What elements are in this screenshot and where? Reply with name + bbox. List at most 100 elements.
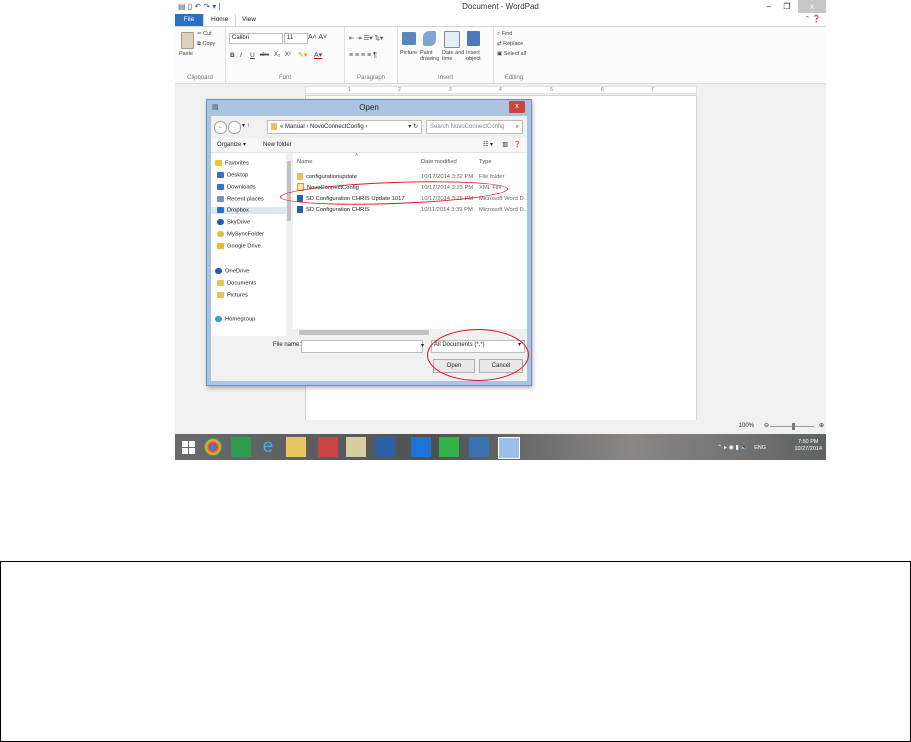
column-type[interactable]: Type bbox=[479, 159, 492, 165]
dialog-app-icon: ▤ bbox=[212, 104, 219, 111]
nav-mysyncfolder[interactable]: MySyncFolder bbox=[217, 231, 264, 238]
nav-homegroup-label: Homegroup bbox=[225, 316, 256, 323]
nav-downloads[interactable]: Downloads bbox=[217, 184, 256, 191]
nav-skydrive-label: SkyDrive bbox=[227, 219, 251, 226]
dialog-close-button[interactable]: x bbox=[509, 101, 525, 113]
tab-home[interactable]: Home bbox=[203, 14, 237, 26]
forward-arrow-icon[interactable]: → bbox=[228, 121, 241, 134]
insert-object-button[interactable]: Insert object bbox=[466, 50, 481, 62]
italic-button[interactable]: I bbox=[240, 52, 242, 59]
paste-button[interactable]: Paste bbox=[179, 51, 193, 57]
search-input[interactable]: Search NovoConnectConfig ⌕ bbox=[426, 120, 523, 134]
select-all-button[interactable]: ▣ Select all bbox=[497, 51, 526, 57]
copy-button[interactable]: ⧉ Copy bbox=[197, 41, 215, 48]
app-icon[interactable] bbox=[439, 437, 459, 457]
breadcrumb-novoconnectconfig[interactable]: NovoConnectConfig bbox=[310, 124, 364, 130]
file-row[interactable]: configurationupdate 10/17/2014 3:32 PM F… bbox=[293, 172, 527, 182]
filename-input[interactable] bbox=[301, 340, 423, 353]
navigation-scrollbar[interactable] bbox=[286, 153, 292, 336]
column-name[interactable]: Name bbox=[297, 159, 312, 165]
desktop-icon bbox=[217, 172, 224, 178]
help-icon[interactable]: ⌃ ❓ bbox=[804, 15, 821, 23]
font-family-select[interactable]: Calibri bbox=[229, 33, 283, 44]
underline-button[interactable]: U bbox=[250, 52, 255, 59]
breadcrumb-overflow[interactable]: « bbox=[280, 124, 283, 130]
chrome-icon[interactable] bbox=[204, 438, 222, 456]
zoom-out-icon[interactable]: ⊖ bbox=[764, 422, 769, 429]
app-icon[interactable] bbox=[469, 437, 489, 457]
indent-list-icons[interactable]: ⇤ ⇥ ☰▾ ⇅▾ bbox=[349, 34, 383, 42]
strikethrough-button[interactable]: abc bbox=[260, 52, 269, 58]
wordpad-taskbar-icon[interactable] bbox=[498, 437, 520, 459]
view-options-icon[interactable]: ☷ ▾ bbox=[483, 138, 493, 152]
nav-dropbox[interactable]: Dropbox bbox=[211, 207, 286, 214]
preview-pane-icon[interactable]: ▥ bbox=[502, 138, 508, 152]
replace-button[interactable]: ⇄ Replace bbox=[497, 41, 523, 47]
nav-recent-places[interactable]: Recent places bbox=[217, 196, 264, 203]
tray-icons[interactable]: ⌃ ▸ ◉ ▮ 🔈 bbox=[717, 444, 748, 451]
chevron-right-icon: › bbox=[365, 124, 368, 130]
nav-onedrive[interactable]: OneDrive bbox=[215, 268, 249, 275]
nav-favorites[interactable]: Favorites bbox=[215, 160, 249, 167]
zoom-slider[interactable] bbox=[770, 423, 814, 430]
status-bar: 100% ⊖ ⊕ bbox=[175, 420, 826, 434]
recent-locations-icon[interactable]: ▾ ↑ bbox=[242, 122, 250, 129]
nav-favorites-label: Favorites bbox=[225, 160, 249, 167]
tab-view[interactable]: View bbox=[235, 14, 263, 26]
address-bar[interactable]: « Manual › NovoConnectConfig › ▾ ↻ bbox=[267, 120, 422, 134]
organize-button[interactable]: Organize ▾ bbox=[217, 138, 246, 152]
close-window-button[interactable]: x bbox=[798, 0, 826, 13]
paint-drawing-button[interactable]: Paint drawing bbox=[420, 50, 439, 62]
column-date-modified[interactable]: Date modified bbox=[421, 159, 457, 165]
refresh-icon[interactable]: ▾ ↻ bbox=[408, 121, 418, 133]
new-folder-button[interactable]: New folder bbox=[263, 138, 292, 152]
internet-explorer-icon[interactable]: e bbox=[258, 437, 278, 457]
file-explorer-icon[interactable] bbox=[286, 437, 306, 457]
minimize-button[interactable]: – bbox=[760, 0, 778, 13]
date-time-button[interactable]: Date and time bbox=[442, 50, 464, 62]
breadcrumb-manual[interactable]: Manual bbox=[285, 124, 305, 130]
highlight-icon[interactable]: ✎▾ bbox=[298, 51, 307, 59]
ruler-tick: 4 bbox=[499, 87, 503, 93]
nav-skydrive[interactable]: SkyDrive bbox=[217, 219, 250, 226]
restore-button[interactable]: ❐ bbox=[778, 0, 796, 13]
nav-pictures[interactable]: Pictures bbox=[217, 292, 248, 299]
nav-homegroup[interactable]: Homegroup bbox=[215, 316, 255, 323]
help-icon[interactable]: ❓ bbox=[514, 138, 521, 152]
start-button[interactable] bbox=[179, 437, 199, 457]
nav-google-drive[interactable]: Google Drive bbox=[217, 243, 261, 250]
dropbox-icon[interactable] bbox=[411, 437, 431, 457]
nav-documents[interactable]: Documents bbox=[217, 280, 256, 287]
cut-button[interactable]: ✂ Cut bbox=[197, 31, 212, 37]
scrollbar-thumb[interactable] bbox=[299, 330, 429, 335]
bold-button[interactable]: B bbox=[230, 52, 235, 59]
tray-clock[interactable]: 7:50 PM 10/27/2014 bbox=[794, 439, 822, 453]
ruler[interactable]: 1 2 3 4 5 6 7 bbox=[305, 86, 697, 94]
picture-button[interactable]: Picture bbox=[400, 50, 417, 56]
alignment-icons[interactable]: ≡ ≡ ≡ ≡ ¶ bbox=[349, 52, 377, 59]
word-icon[interactable] bbox=[375, 437, 395, 457]
zoom-slider-thumb[interactable] bbox=[792, 423, 795, 430]
zoom-in-icon[interactable]: ⊕ bbox=[819, 422, 824, 429]
copy-icon: ⧉ bbox=[197, 41, 201, 47]
font-size-select[interactable]: 11 bbox=[284, 33, 308, 44]
scissors-icon: ✂ bbox=[197, 31, 202, 37]
input-language[interactable]: ENG bbox=[754, 445, 766, 451]
subscript-button[interactable]: X₂ bbox=[274, 52, 280, 58]
font-color-icon[interactable]: A▾ bbox=[314, 51, 322, 59]
tab-file[interactable]: File bbox=[175, 14, 203, 26]
file-row[interactable]: SD Configuration CHRIS 10/11/2014 3:39 P… bbox=[293, 205, 527, 215]
find-button[interactable]: ⌕ Find bbox=[497, 31, 512, 38]
grow-shrink-font-buttons[interactable]: A˄ A˅ bbox=[308, 34, 327, 41]
filename-dropdown-icon[interactable]: ▾ bbox=[421, 342, 424, 349]
store-icon[interactable] bbox=[231, 437, 251, 457]
nav-desktop[interactable]: Desktop bbox=[217, 172, 248, 179]
picture-icon bbox=[402, 32, 416, 45]
paste-icon bbox=[181, 32, 194, 49]
app-icon[interactable] bbox=[318, 437, 338, 457]
app-icon[interactable] bbox=[346, 437, 366, 457]
dialog-title: Open bbox=[359, 103, 379, 112]
folder-icon bbox=[271, 122, 277, 130]
superscript-button[interactable]: X² bbox=[285, 52, 291, 58]
back-arrow-icon[interactable]: ← bbox=[214, 121, 227, 134]
